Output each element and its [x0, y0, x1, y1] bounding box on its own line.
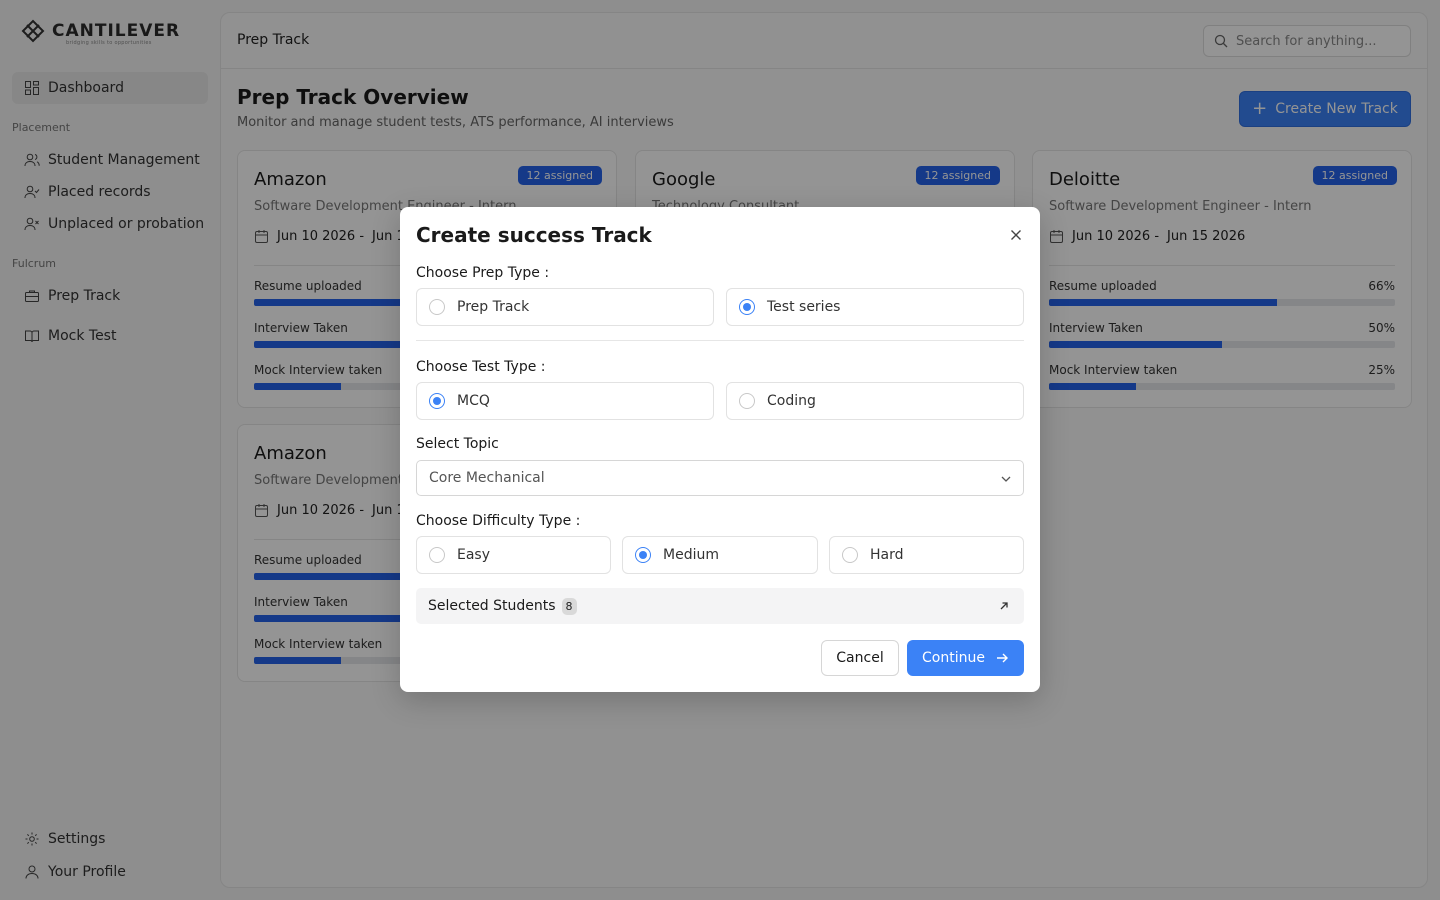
chevron-down-icon: [1001, 476, 1011, 482]
continue-button[interactable]: Continue: [907, 640, 1024, 676]
option-label: Coding: [767, 393, 816, 409]
arrow-right-icon: [996, 653, 1008, 663]
radio-test-series[interactable]: [739, 299, 755, 315]
difficulty-label: Choose Difficulty Type :: [416, 513, 581, 529]
radio-hard[interactable]: [842, 547, 858, 563]
radio-medium[interactable]: [635, 547, 651, 563]
option-label: Test series: [767, 299, 841, 315]
arrow-up-right-icon[interactable]: [998, 600, 1010, 612]
selected-students-row[interactable]: Selected Students 8: [416, 588, 1024, 624]
modal-divider: [416, 340, 1024, 341]
topic-label: Select Topic: [416, 436, 499, 452]
prep-option-test-series[interactable]: Test series: [726, 288, 1024, 326]
difficulty-option-medium[interactable]: Medium: [622, 536, 818, 574]
cancel-button[interactable]: Cancel: [821, 640, 899, 676]
option-label: Medium: [663, 547, 719, 563]
close-icon[interactable]: [1008, 227, 1024, 243]
selected-students-count: 8: [561, 597, 577, 615]
prep-option-prep-track[interactable]: Prep Track: [416, 288, 714, 326]
radio-easy[interactable]: [429, 547, 445, 563]
difficulty-option-easy[interactable]: Easy: [416, 536, 611, 574]
topic-value: Core Mechanical: [429, 470, 545, 486]
prep-type-label: Choose Prep Type :: [416, 265, 550, 281]
create-track-modal: Create success Track Choose Prep Type : …: [400, 207, 1040, 692]
radio-prep-track[interactable]: [429, 299, 445, 315]
test-type-label: Choose Test Type :: [416, 359, 546, 375]
option-label: MCQ: [457, 393, 490, 409]
radio-coding[interactable]: [739, 393, 755, 409]
selected-students-label: Selected Students: [428, 598, 556, 614]
option-label: Hard: [870, 547, 904, 563]
test-option-mcq[interactable]: MCQ: [416, 382, 714, 420]
topic-select[interactable]: Core Mechanical: [416, 460, 1024, 496]
radio-mcq[interactable]: [429, 393, 445, 409]
modal-title: Create success Track: [416, 223, 652, 247]
test-option-coding[interactable]: Coding: [726, 382, 1024, 420]
difficulty-option-hard[interactable]: Hard: [829, 536, 1024, 574]
option-label: Easy: [457, 547, 491, 563]
continue-label: Continue: [922, 650, 985, 666]
option-label: Prep Track: [457, 299, 530, 315]
